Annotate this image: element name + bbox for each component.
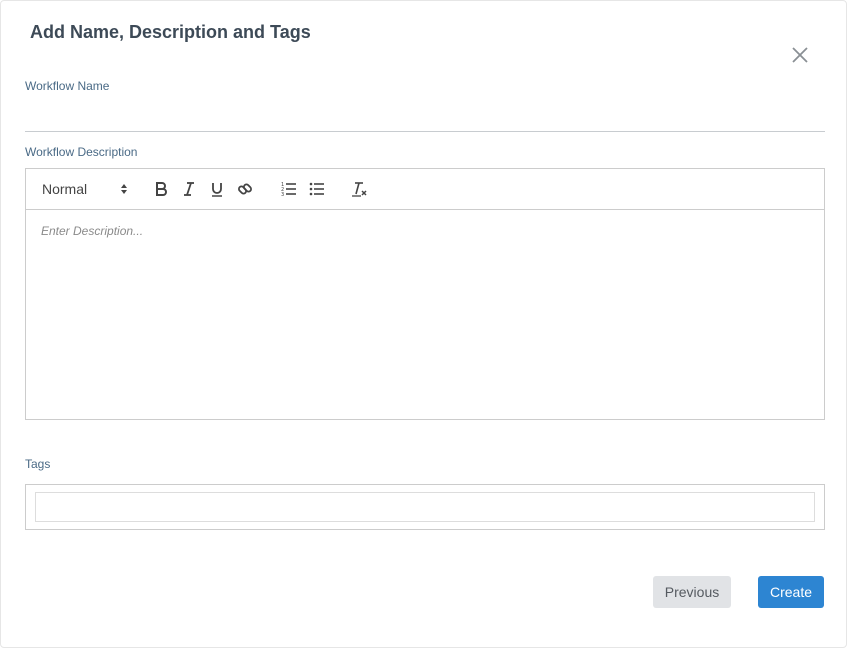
description-editor-area[interactable]: Enter Description... [26,210,824,419]
clear-format-button[interactable] [350,179,370,199]
description-editor: Normal 1 2 3 Enter Description... [25,168,825,420]
close-button[interactable] [790,45,810,65]
bullet-list-button[interactable] [308,179,326,199]
link-icon [238,183,252,195]
italic-icon [184,182,194,196]
italic-button[interactable] [180,179,198,199]
workflow-name-input[interactable] [25,101,825,132]
bold-button[interactable] [152,179,170,199]
format-select-value: Normal [42,181,88,197]
underline-button[interactable] [208,179,226,199]
dialog-title: Add Name, Description and Tags [30,22,311,42]
tags-input[interactable] [35,492,815,522]
tags-container [25,484,825,530]
add-details-dialog: Add Name, Description and Tags Workflow … [0,0,847,648]
bullet-list-icon [309,182,324,196]
bold-icon [156,182,167,196]
underline-icon [212,183,222,197]
ordered-list-icon: 1 2 3 [281,182,296,197]
chevron-updown-icon [120,183,128,195]
description-placeholder: Enter Description... [41,224,144,238]
previous-button[interactable]: Previous [653,576,731,608]
editor-toolbar: Normal 1 2 3 [26,169,824,210]
svg-text:3: 3 [281,192,284,197]
workflow-name-label: Workflow Name [25,79,110,93]
ordered-list-button[interactable]: 1 2 3 [280,179,298,199]
tags-label: Tags [25,457,51,471]
close-icon [792,47,808,63]
create-button[interactable]: Create [758,576,824,608]
clear-format-icon [352,182,367,197]
link-button[interactable] [236,179,254,199]
format-select[interactable]: Normal [42,179,128,199]
workflow-description-label: Workflow Description [25,145,138,159]
